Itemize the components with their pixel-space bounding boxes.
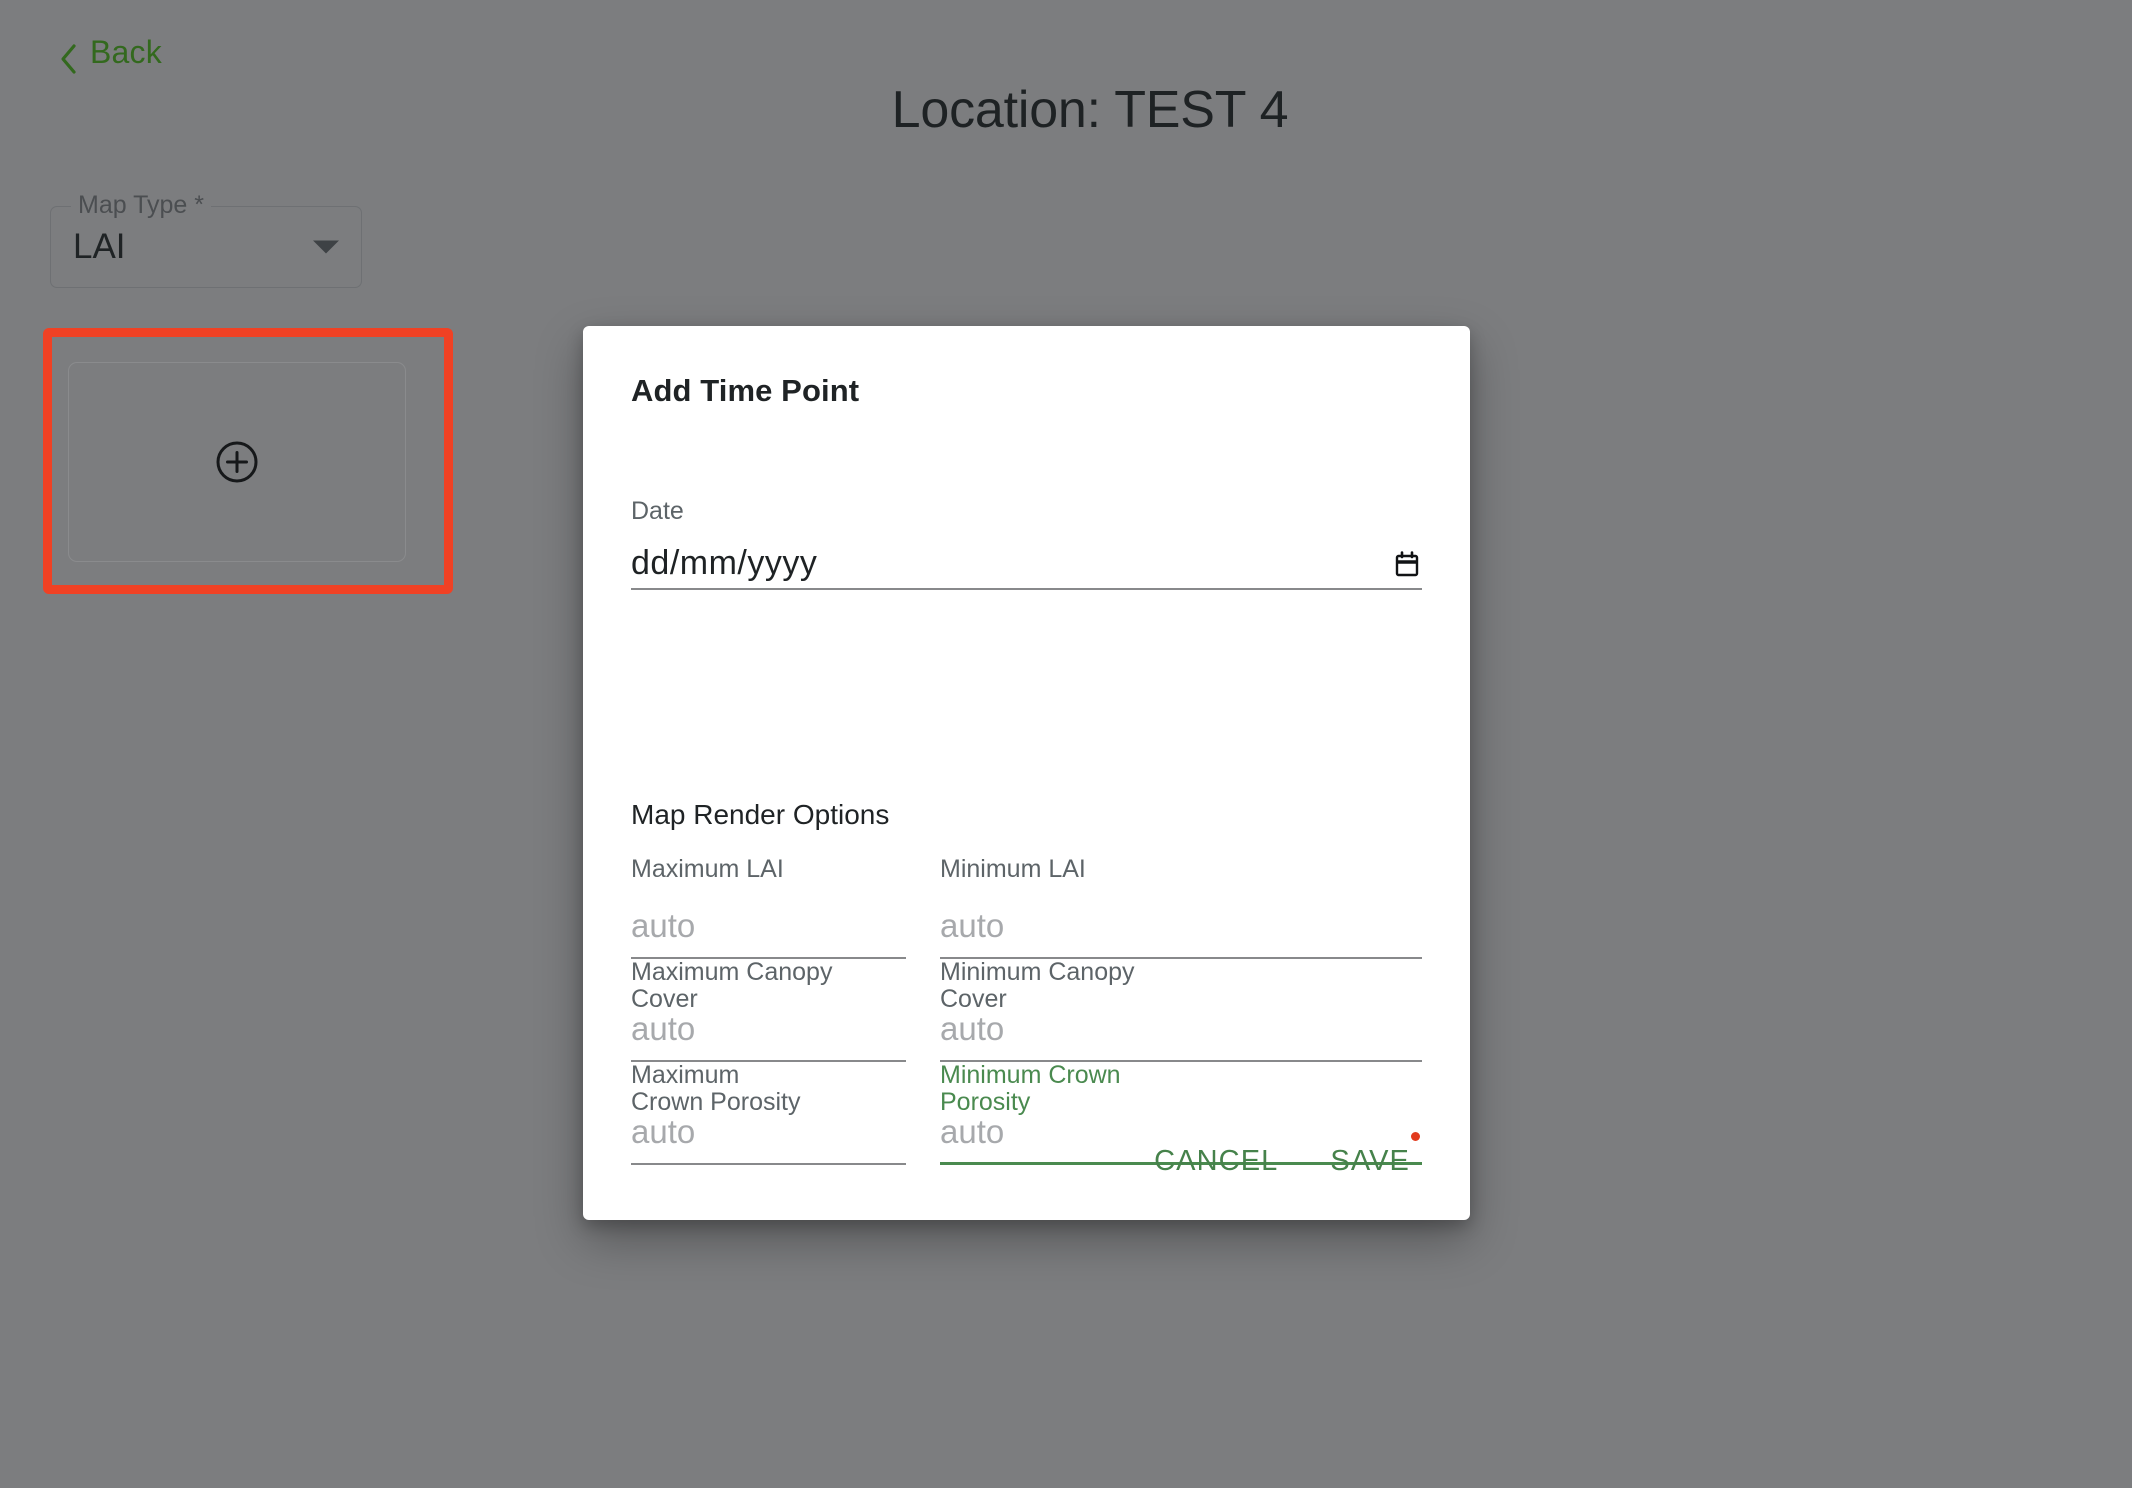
cursor-marker: [1411, 1132, 1420, 1141]
maximum-lai-placeholder: auto: [631, 907, 696, 944]
maximum-canopy-cover-field[interactable]: Maximum Canopy Cover auto: [631, 959, 906, 1062]
date-field: Date dd/mm/yyyy: [631, 497, 1422, 590]
add-time-point-dialog: Add Time Point Date dd/mm/yyyy Map Rende…: [583, 326, 1470, 1220]
minimum-lai-field[interactable]: Minimum LAI auto: [940, 856, 1422, 959]
minimum-canopy-cover-field[interactable]: Minimum Canopy Cover auto: [940, 959, 1422, 1062]
dialog-title: Add Time Point: [631, 373, 860, 408]
maximum-canopy-cover-label: Maximum Canopy Cover: [631, 958, 833, 1013]
date-input[interactable]: dd/mm/yyyy: [631, 540, 1422, 590]
map-render-options-grid: Maximum LAI auto Minimum LAI auto Maximu…: [631, 856, 1422, 1165]
minimum-crown-porosity-label: Minimum Crown Porosity: [940, 1061, 1121, 1116]
maximum-canopy-cover-placeholder: auto: [631, 1010, 696, 1047]
minimum-canopy-cover-label: Minimum Canopy Cover: [940, 958, 1135, 1013]
maximum-crown-porosity-placeholder: auto: [631, 1113, 696, 1150]
map-render-options-heading: Map Render Options: [631, 799, 890, 830]
maximum-crown-porosity-field[interactable]: Maximum Crown Porosity auto: [631, 1062, 906, 1165]
date-input-value: dd/mm/yyyy: [631, 544, 818, 582]
minimum-lai-label: Minimum LAI: [940, 855, 1086, 883]
cancel-button[interactable]: CANCEL: [1138, 1133, 1294, 1190]
calendar-icon[interactable]: [1394, 550, 1420, 577]
maximum-lai-field[interactable]: Maximum LAI auto: [631, 856, 906, 959]
minimum-canopy-cover-placeholder: auto: [940, 1010, 1005, 1047]
minimum-lai-placeholder: auto: [940, 907, 1005, 944]
maximum-crown-porosity-label: Maximum Crown Porosity: [631, 1061, 801, 1116]
maximum-lai-label: Maximum LAI: [631, 855, 784, 883]
date-label: Date: [631, 497, 684, 525]
dialog-actions: CANCEL SAVE: [1138, 1133, 1426, 1190]
maximum-crown-porosity-underline: [631, 1163, 906, 1165]
minimum-crown-porosity-placeholder: auto: [940, 1113, 1005, 1150]
save-button[interactable]: SAVE: [1314, 1133, 1426, 1190]
